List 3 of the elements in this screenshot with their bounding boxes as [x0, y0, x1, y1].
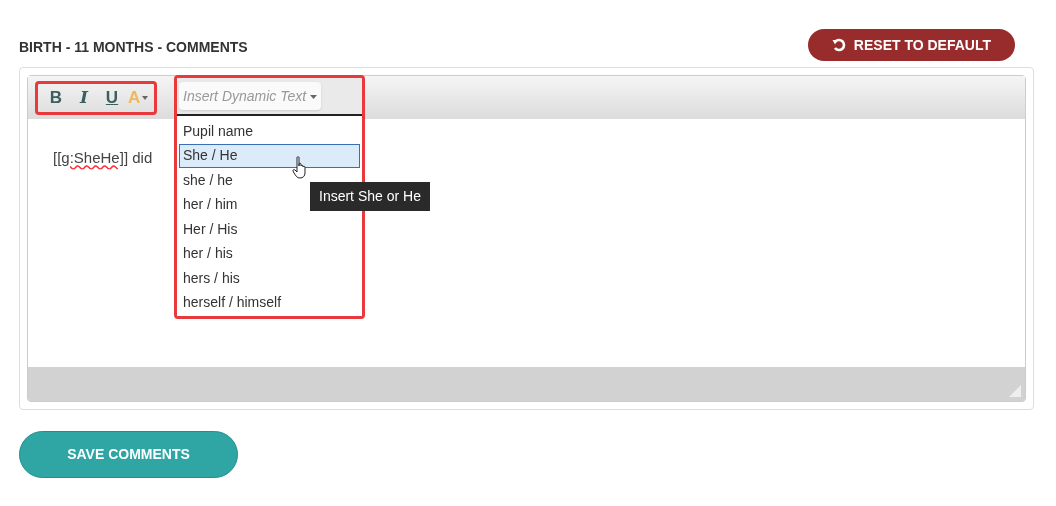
- editor-text: [[g:SheHe]] did: [53, 149, 153, 166]
- tooltip: Insert She or He: [310, 182, 430, 211]
- section-title: BIRTH - 11 MONTHS - COMMENTS: [19, 37, 248, 57]
